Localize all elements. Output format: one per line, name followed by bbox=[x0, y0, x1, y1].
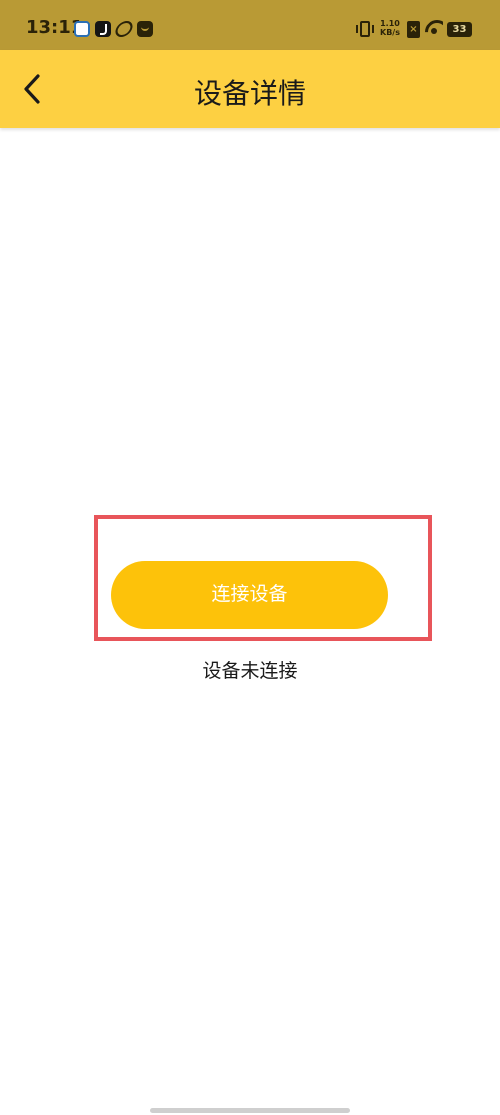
link-icon bbox=[113, 21, 135, 37]
vibrate-icon bbox=[356, 21, 374, 37]
app-bar: 设备详情 bbox=[0, 50, 500, 128]
status-bar: 13:11 1.10 KB/s × 33 bbox=[0, 0, 500, 50]
app-notification-icon bbox=[74, 21, 90, 37]
connect-device-button[interactable]: 连接设备 bbox=[111, 561, 388, 629]
tiktok-icon bbox=[95, 21, 111, 37]
net-speed-value: 1.10 bbox=[380, 19, 400, 28]
connection-status-text: 设备未连接 bbox=[202, 660, 298, 682]
bag-icon bbox=[137, 21, 153, 37]
page-title: 设备详情 bbox=[193, 77, 306, 110]
net-speed: 1.10 KB/s bbox=[380, 19, 400, 37]
net-speed-unit: KB/s bbox=[380, 28, 400, 37]
battery-icon: 33 bbox=[447, 22, 472, 37]
wifi-icon bbox=[425, 20, 443, 34]
home-indicator[interactable] bbox=[150, 1108, 350, 1113]
no-sim-icon: × bbox=[407, 21, 420, 38]
